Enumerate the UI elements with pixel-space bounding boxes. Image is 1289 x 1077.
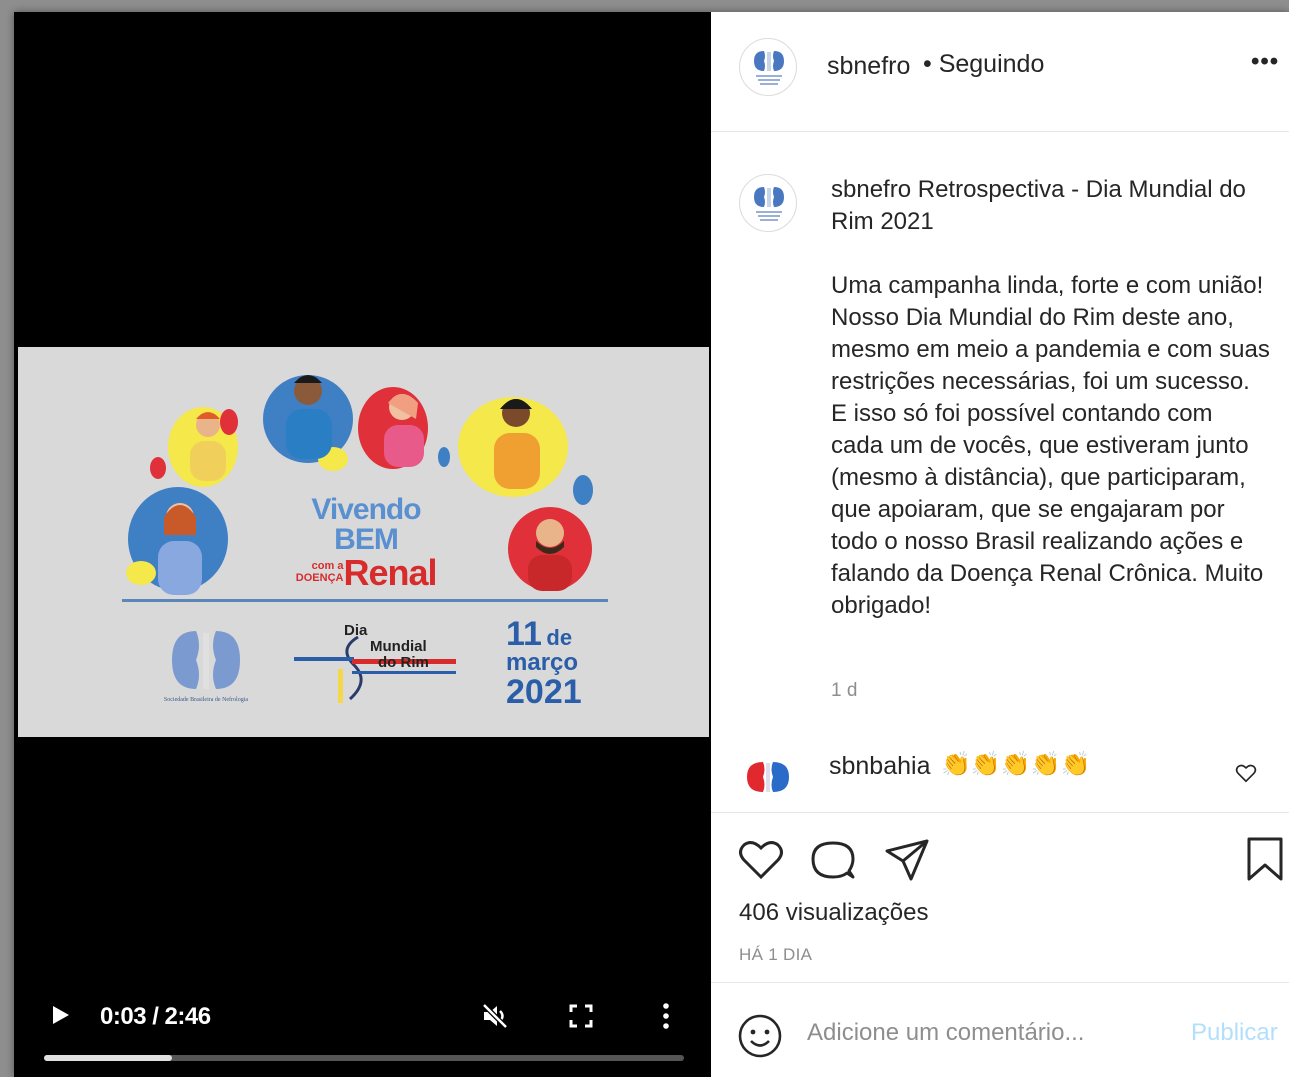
divider <box>122 599 608 602</box>
avatar[interactable] <box>739 748 797 806</box>
date-de: de <box>546 625 573 650</box>
video-player[interactable]: Vivendo BEM com a DOENÇARenal Sociedade … <box>14 12 711 1077</box>
comment-input[interactable] <box>807 1011 1167 1055</box>
play-icon[interactable] <box>48 1003 72 1027</box>
kidney-logo-icon <box>172 631 240 689</box>
caption-timestamp[interactable]: 1 d <box>831 680 857 702</box>
dmr-line2: Mundial <box>370 637 427 655</box>
follow-status[interactable]: • Seguindo <box>923 50 1044 79</box>
more-options-button[interactable]: ••• <box>1251 48 1279 76</box>
person-illustration <box>286 375 332 459</box>
campaign-date: 11 de março 2021 <box>506 617 582 709</box>
campaign-line2-big: Renal <box>343 552 437 593</box>
instagram-post-modal: Vivendo BEM com a DOENÇARenal Sociedade … <box>14 12 1289 1077</box>
video-time: 0:03 / 2:46 <box>100 1003 211 1030</box>
video-progress-bar[interactable] <box>44 1055 684 1061</box>
post-header: sbnefro • Seguindo ••• <box>711 12 1289 132</box>
post-date[interactable]: HÁ 1 DIA <box>739 945 812 965</box>
person-illustration <box>528 519 572 591</box>
date-month: março <box>506 649 579 676</box>
dmr-line3: do Rim <box>378 653 429 671</box>
campaign-title: Vivendo BEM com a DOENÇARenal <box>276 495 456 591</box>
date-day: 11 <box>506 615 542 653</box>
sbn-caption: Sociedade Brasileira de Nefrologia <box>163 697 249 703</box>
bookmark-icon[interactable] <box>1243 835 1287 883</box>
view-count: 406 visualizações <box>739 899 929 926</box>
video-progress-fill <box>44 1055 172 1061</box>
decor-blob <box>573 475 593 505</box>
emoji-icon[interactable] <box>737 1013 783 1059</box>
person-illustration <box>158 503 202 595</box>
decor-blob <box>150 457 166 479</box>
date-year: 2021 <box>506 673 582 711</box>
avatar[interactable] <box>739 38 797 96</box>
person-illustration <box>494 399 540 489</box>
share-icon[interactable] <box>883 835 931 883</box>
heart-icon[interactable] <box>737 835 785 883</box>
publish-button[interactable]: Publicar <box>1191 1019 1278 1047</box>
video-controls: 0:03 / 2:46 <box>14 977 711 1077</box>
header-username[interactable]: sbnefro <box>827 52 910 81</box>
sbn-avatar-logo-icon <box>754 51 784 85</box>
person-illustration <box>190 412 226 481</box>
caption-username[interactable]: sbnefro <box>831 176 911 203</box>
post-caption: sbnefro Retrospectiva - Dia Mundial do R… <box>831 174 1271 622</box>
comment-text: 👏👏👏👏👏 <box>941 751 1091 778</box>
more-vertical-icon[interactable] <box>656 1001 676 1031</box>
campaign-line1: Vivendo BEM <box>311 493 421 556</box>
campaign-line2-small: com a DOENÇA <box>295 560 344 584</box>
post-sidebar: sbnefro • Seguindo ••• sbnefro Retrospec… <box>711 12 1289 1077</box>
comment-username[interactable]: sbnbahia <box>829 752 930 781</box>
mute-icon[interactable] <box>480 1001 510 1031</box>
heart-icon[interactable] <box>1235 762 1257 784</box>
sbnbahia-avatar-logo-icon <box>747 762 789 792</box>
add-comment-bar: Publicar <box>711 982 1289 1077</box>
dmr-line1: Dia <box>344 622 368 639</box>
dia-mundial-text: Dia Mundial do Rim <box>344 623 429 670</box>
caption-body: Uma campanha linda, forte e com união! N… <box>831 272 1270 619</box>
action-bar: 406 visualizações HÁ 1 DIA <box>711 812 1289 982</box>
fullscreen-icon[interactable] <box>568 1003 594 1029</box>
decor-blob <box>438 447 450 467</box>
video-frame: Vivendo BEM com a DOENÇARenal Sociedade … <box>18 347 709 737</box>
comment-icon[interactable] <box>809 835 857 883</box>
sbn-avatar-logo-icon <box>754 187 784 221</box>
avatar[interactable] <box>739 174 797 232</box>
person-illustration <box>384 394 424 467</box>
